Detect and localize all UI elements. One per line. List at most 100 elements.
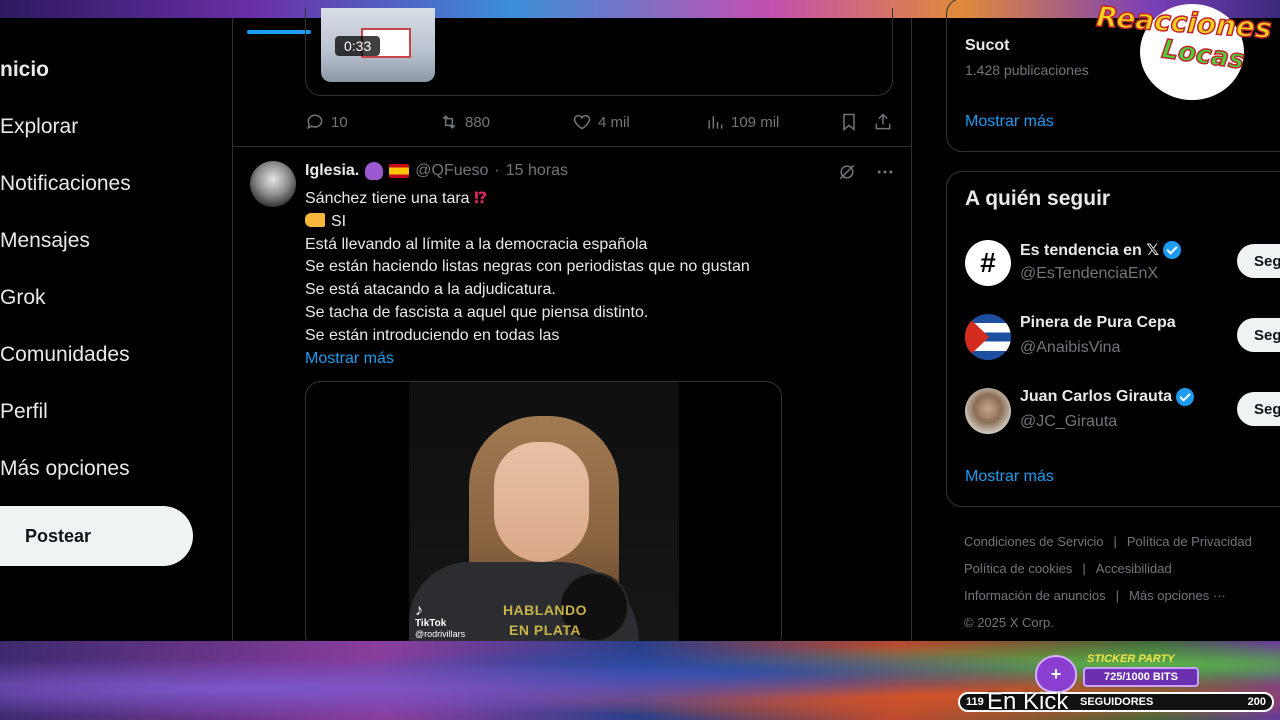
tweet-line: Sánchez tiene una tara ⁉ [305, 188, 865, 211]
copyright: © 2025 X Corp. [964, 615, 1054, 630]
follow-show-more-link[interactable]: Mostrar más [965, 468, 1054, 486]
tiktok-label: TikTok [415, 618, 447, 629]
followers-label: SEGUIDORES [1080, 696, 1154, 708]
reply-button[interactable]: 10 [305, 112, 348, 132]
tweet-line: Está llevando al límite a la democracia … [305, 235, 648, 253]
account-handle[interactable]: @JC_Girauta [1020, 413, 1117, 431]
tweet-line-text: Sánchez tiene una tara [305, 190, 470, 207]
more-options-icon[interactable] [875, 162, 895, 182]
verified-badge-icon [1176, 388, 1195, 406]
previous-tweet-media: 0:33 [305, 8, 893, 96]
account-name-row: Juan Carlos Girauta [1020, 388, 1195, 406]
accessibility-link[interactable]: Accesibilidad [1096, 561, 1172, 576]
bookmark-icon [843, 113, 855, 132]
hashtag-avatar-icon[interactable]: # [965, 240, 1011, 286]
verified-badge-icon [1163, 241, 1182, 259]
like-button[interactable]: 4 mil [572, 112, 630, 132]
footer-separator: | [1082, 561, 1086, 576]
trend-post-count: 1.428 publicaciones [965, 62, 1089, 78]
repost-count: 880 [465, 113, 491, 131]
views-button[interactable]: 109 mil [705, 112, 779, 132]
tweet-header: Iglesia. @QFueso · 15 horas [305, 162, 568, 180]
privacy-link[interactable]: Política de Privacidad [1127, 534, 1252, 549]
nav-item-more-options[interactable]: Más opciones [0, 457, 130, 481]
follow-suggestion[interactable]: Juan Carlos Girauta @JC_Girauta Seguir [965, 388, 1280, 438]
follow-suggestion[interactable]: # Es tendencia en 𝕏 @EsTendenciaEnX Segu… [965, 240, 1280, 290]
trend-name[interactable]: Sucot [965, 37, 1009, 55]
account-name-row: Es tendencia en 𝕏 [1020, 240, 1182, 260]
avatar[interactable] [965, 314, 1011, 360]
nav-item-messages[interactable]: Mensajes [0, 229, 90, 253]
nav-item-profile[interactable]: Perfil [0, 400, 48, 424]
spain-flag-icon [389, 164, 410, 178]
footer-row: Condiciones de Servicio | Política de Priv… [964, 528, 1280, 555]
nav-item-grok[interactable]: Grok [0, 286, 46, 310]
tweet-line: Se tacha de fascista a aquel que piensa … [305, 303, 649, 321]
tiktok-logo-icon: ♪ [415, 602, 423, 619]
like-count: 4 mil [598, 113, 630, 131]
avatar[interactable] [250, 161, 296, 207]
footer-separator: | [1113, 534, 1117, 549]
repost-icon [442, 115, 456, 129]
author-name[interactable]: Iglesia. [305, 162, 359, 180]
show-more-link[interactable]: Mostrar más [305, 348, 865, 371]
timeline[interactable]: 0:33 10 880 4 mil 109 mil Iglesia. @QFue… [232, 8, 912, 651]
cookies-link[interactable]: Política de cookies [964, 561, 1072, 576]
account-name[interactable]: Es tendencia en 𝕏 [1020, 240, 1159, 260]
nav-item-communities[interactable]: Comunidades [0, 343, 130, 367]
account-name[interactable]: Pinera de Pura Cepa [1020, 314, 1176, 332]
footer-row: Política de cookies | Accesibilidad [964, 555, 1280, 582]
stream-logo: Reacciones Locas [1088, 0, 1280, 100]
video-caption: HABLANDO EN PLATA [502, 602, 588, 638]
tweet-line: SI [305, 211, 865, 234]
video-person-face [494, 442, 589, 562]
followers-goal: 200 [1247, 696, 1266, 708]
tiktok-watermark: ♪ TikTok @rodrivillars [415, 602, 466, 640]
grok-icon[interactable] [837, 162, 857, 182]
tweet-actions-bar: 10 880 4 mil 109 mil [305, 110, 895, 134]
tweet-line: Se está atacando a la adjudicatura. [305, 281, 556, 299]
terms-link[interactable]: Condiciones de Servicio [964, 534, 1103, 549]
more-options-link[interactable]: Más opciones ··· [1129, 588, 1226, 603]
follow-button[interactable]: Seguir [1237, 318, 1280, 352]
footer-row: Información de anuncios | Más opciones ··· [964, 582, 1280, 609]
tweet-line: Se están haciendo listas negras con peri… [305, 258, 750, 276]
left-navigation: nicio Explorar Notificaciones Mensajes G… [0, 18, 232, 641]
account-handle[interactable]: @AnaibisVina [1020, 339, 1120, 357]
video-progress-bar [247, 30, 311, 34]
nav-item-explore[interactable]: Explorar [0, 115, 78, 139]
platform-label: En Kick [987, 688, 1069, 715]
post-button[interactable]: Postear [0, 506, 193, 566]
octopus-emoji-icon [365, 162, 384, 180]
trends-show-more-link[interactable]: Mostrar más [965, 113, 1054, 131]
tweet[interactable]: Iglesia. @QFueso · 15 horas Sánchez tien… [233, 148, 911, 651]
follow-button[interactable]: Seguir [1237, 244, 1280, 278]
nav-item-notifications[interactable]: Notificaciones [0, 172, 131, 196]
tiktok-handle: @rodrivillars [415, 629, 466, 639]
footer-separator: | [1115, 588, 1120, 603]
who-to-follow-title: A quién seguir [965, 187, 1111, 210]
follow-suggestion[interactable]: Pinera de Pura Cepa @AnaibisVina Seguir [965, 314, 1280, 364]
heart-icon [573, 114, 591, 130]
author-handle[interactable]: @QFueso [415, 162, 488, 180]
bookmark-button[interactable] [839, 112, 859, 132]
tweet-video[interactable]: ♪ TikTok @rodrivillars HABLANDO EN PLATA [305, 381, 782, 651]
sticker-party-widget: + STICKER PARTY 725/1000 BITS [1035, 653, 1205, 693]
views-chart-icon [708, 116, 723, 129]
nav-item-home[interactable]: nicio [0, 58, 49, 82]
tweet-text: Sánchez tiene una tara ⁉ SI Está llevand… [305, 188, 865, 370]
repost-button[interactable]: 880 [439, 112, 490, 132]
tweet-line: Se están introduciendo en todas las [305, 326, 560, 344]
interrobang-emoji-icon: ⁉ [474, 190, 488, 207]
tweet-header-icons [837, 162, 895, 182]
ads-info-link[interactable]: Información de anuncios [964, 588, 1106, 603]
tweet-time[interactable]: 15 horas [506, 162, 568, 180]
account-handle[interactable]: @EsTendenciaEnX [1020, 265, 1158, 283]
x-app: nicio Explorar Notificaciones Mensajes G… [0, 0, 1280, 651]
share-button[interactable] [873, 112, 893, 132]
account-name[interactable]: Juan Carlos Girauta [1020, 388, 1172, 406]
video-thumbnail[interactable]: 0:33 [321, 8, 435, 82]
views-count: 109 mil [731, 113, 780, 131]
avatar[interactable] [965, 388, 1011, 434]
follow-button[interactable]: Seguir [1237, 392, 1280, 426]
